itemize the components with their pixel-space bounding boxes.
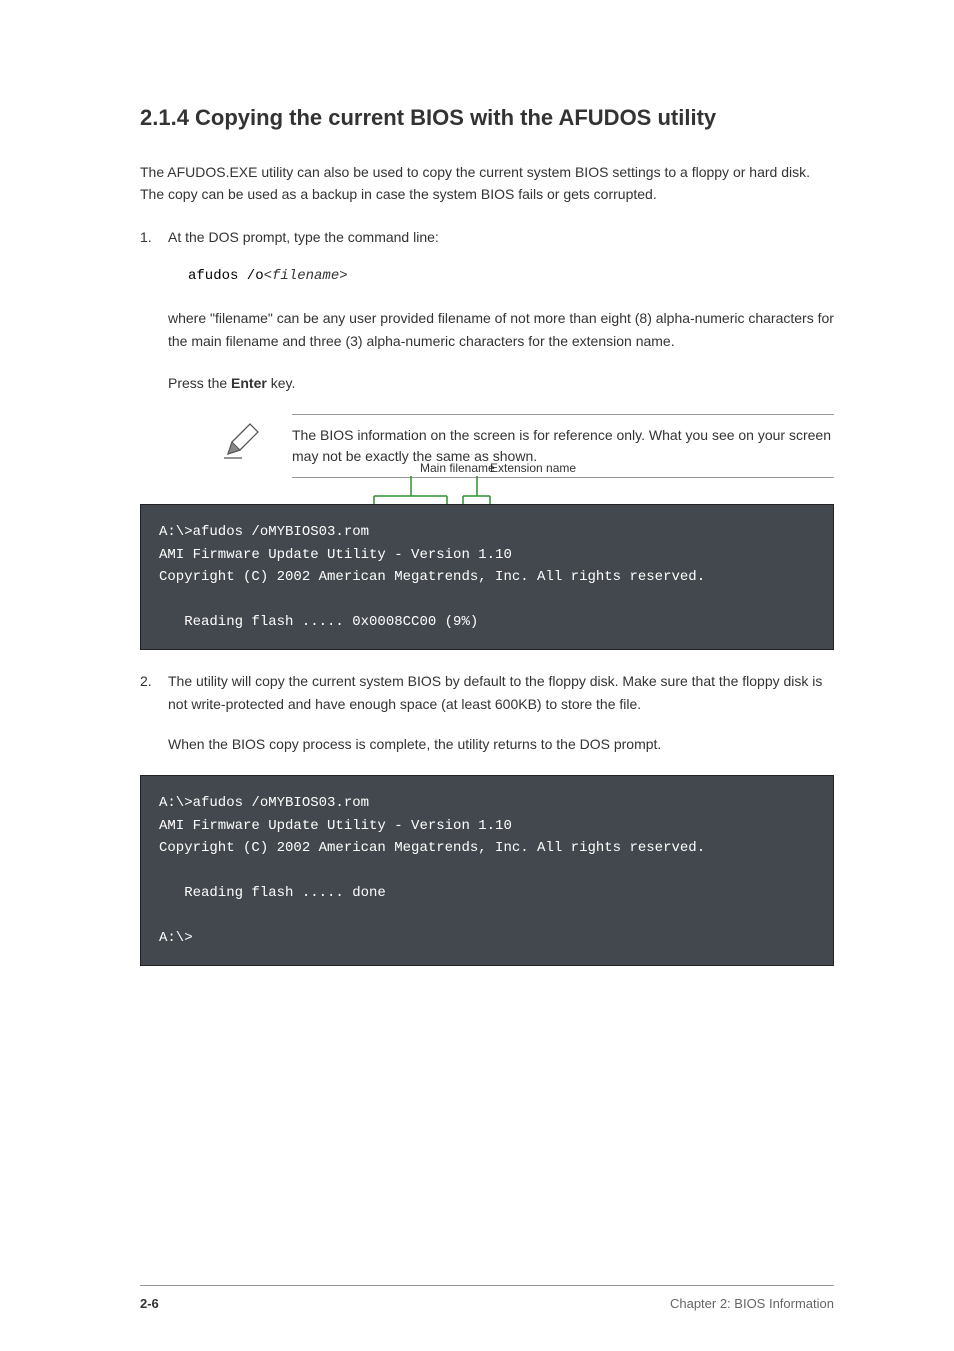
- step-text: The utility will copy the current system…: [168, 673, 822, 711]
- filename-description: where "filename" can be any user provide…: [168, 307, 834, 352]
- terminal-line: Reading flash ..... done: [159, 885, 386, 901]
- terminal-line: Reading flash ..... 0x0008CC00 (9%): [159, 614, 478, 630]
- closing-text: When the BIOS copy process is complete, …: [168, 733, 834, 755]
- terminal-line: AMI Firmware Update Utility - Version 1.…: [159, 547, 512, 563]
- command-syntax: afudos /o<filename>: [188, 266, 834, 287]
- note-text: The BIOS information on the screen is fo…: [292, 414, 834, 478]
- note-callout: The BIOS information on the screen is fo…: [220, 414, 834, 478]
- terminal-line: AMI Firmware Update Utility - Version 1.…: [159, 818, 512, 834]
- pencil-icon: [220, 418, 264, 462]
- filename-placeholder: <filename>: [264, 268, 348, 284]
- terminal-line: Copyright (C) 2002 American Megatrends, …: [159, 569, 705, 585]
- terminal-line: A:\>afudos /oMYBIOS03.rom: [159, 795, 369, 811]
- press-enter-text: Press the Enter key.: [168, 372, 834, 394]
- step-2: 2. The utility will copy the current sys…: [140, 670, 834, 715]
- page-footer: 2-6 Chapter 2: BIOS Information: [140, 1285, 834, 1311]
- terminal-output-2: A:\>afudos /oMYBIOS03.rom AMI Firmware U…: [140, 775, 834, 966]
- intro-paragraph: The AFUDOS.EXE utility can also be used …: [140, 161, 834, 206]
- chapter-title: Chapter 2: BIOS Information: [670, 1296, 834, 1311]
- command-text: afudos /o: [188, 268, 264, 284]
- terminal-output-1: A:\>afudos /oMYBIOS03.rom AMI Firmware U…: [140, 504, 834, 650]
- step-text: At the DOS prompt, type the command line…: [168, 229, 439, 245]
- section-heading: 2.1.4 Copying the current BIOS with the …: [140, 105, 834, 131]
- step-number: 1.: [140, 226, 168, 248]
- terminal-line: Copyright (C) 2002 American Megatrends, …: [159, 840, 705, 856]
- page-number: 2-6: [140, 1296, 159, 1311]
- step-1: 1. At the DOS prompt, type the command l…: [140, 226, 834, 248]
- step-number: 2.: [140, 670, 168, 715]
- terminal-line: A:\>: [159, 930, 193, 946]
- terminal-line: A:\>afudos /oMYBIOS03.rom: [159, 524, 369, 540]
